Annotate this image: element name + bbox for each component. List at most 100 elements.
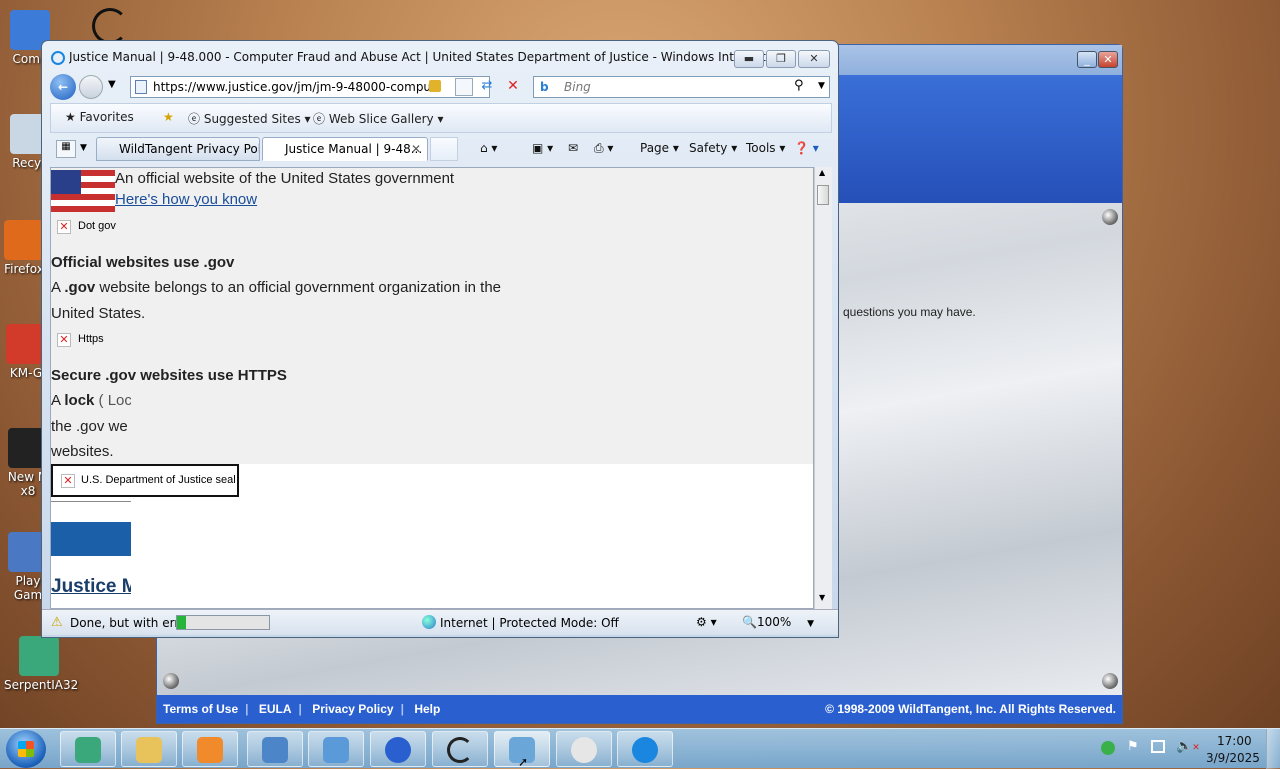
stop-icon[interactable]: ✕ — [504, 78, 522, 96]
taskbar-button-ie[interactable] — [617, 731, 673, 767]
status-text: Done, but with erro — [70, 616, 187, 630]
favorites-label: Favorites — [79, 110, 134, 124]
clock-time[interactable]: 17:00 — [1217, 734, 1252, 748]
search-icon[interactable]: ⚲ — [794, 78, 804, 93]
new-tab-button[interactable] — [430, 137, 458, 161]
close-button[interactable]: ✕ — [1098, 51, 1118, 68]
forward-button[interactable] — [79, 75, 103, 99]
scroll-thumb[interactable] — [817, 185, 829, 205]
zone-text: Internet | Protected Mode: Off — [440, 616, 619, 630]
folder-icon — [136, 737, 162, 763]
show-desktop-button[interactable] — [1266, 729, 1280, 769]
back-button[interactable]: ← — [50, 74, 76, 100]
desktop-icon-serpent[interactable]: SerpentIA32 — [4, 636, 78, 692]
tab-wildtangent[interactable]: WildTangent Privacy Pol... — [96, 137, 260, 161]
taskbar-button-gf[interactable] — [370, 731, 426, 767]
footer-link-eula[interactable]: EULA — [259, 702, 292, 716]
zoom-level: 100% — [756, 615, 792, 629]
app-icon — [6, 324, 46, 364]
footer-link-privacy[interactable]: Privacy Policy — [312, 702, 393, 716]
lock-icon[interactable] — [429, 80, 441, 92]
section-text-gov: A .gov website belongs to an official go… — [51, 279, 501, 296]
print-icon[interactable]: ⎙ ▾ — [594, 141, 613, 156]
taskbar: ➚ ⚑ 🔈✕ 17:00 3/9/2025 — [0, 728, 1280, 769]
quick-tabs-icon[interactable]: ▦ — [56, 140, 76, 158]
minimize-button[interactable]: _ — [1077, 51, 1097, 68]
text-bold: lock — [64, 392, 95, 409]
tools-menu[interactable]: Tools ▾ — [746, 141, 785, 155]
rivet-icon — [163, 673, 179, 689]
feeds-icon[interactable]: ▣ ▾ — [532, 141, 553, 155]
home-icon[interactable]: ⌂ ▾ — [480, 141, 497, 155]
footer-link-terms[interactable]: Terms of Use — [163, 702, 238, 716]
footer: Terms of Use | EULA | Privacy Policy | Help… — [157, 695, 1122, 723]
compatibility-icon[interactable] — [455, 78, 473, 96]
action-center-icon[interactable] — [1101, 741, 1115, 755]
tab-label: WildTangent Privacy Pol... — [119, 142, 260, 156]
desktop-icon-label: Play Gam — [13, 574, 43, 602]
taskbar-button-control[interactable] — [308, 731, 364, 767]
divider — [51, 501, 131, 502]
favorites-bar: ★ Favorites ★ ⓔ Suggested Sites ▾ ⓔ Web … — [50, 103, 832, 133]
tab-close-icon[interactable]: ✕ — [411, 142, 421, 156]
minimize-button[interactable]: ▬ — [734, 50, 764, 68]
close-button[interactable]: ✕ — [798, 50, 830, 68]
heres-how-link[interactable]: Here's how you know — [115, 191, 257, 208]
safety-menu[interactable]: Safety ▾ — [689, 141, 737, 155]
text-a: A — [51, 392, 61, 409]
web-slice-gallery-button[interactable]: ⓔ Web Slice Gallery ▾ — [313, 110, 443, 127]
scroll-up-icon[interactable]: ▲ — [819, 168, 825, 177]
add-favorites-icon[interactable]: ★ — [163, 110, 174, 124]
blue-banner — [51, 522, 131, 556]
mail-icon[interactable]: ✉ — [568, 141, 578, 155]
picture-icon — [262, 737, 288, 763]
taskbar-button-serpent[interactable] — [60, 731, 116, 767]
section-heading-https: Secure .gov websites use HTTPS — [51, 367, 287, 384]
popup-icon[interactable]: ⚙ ▾ — [696, 615, 717, 629]
chevron-down-icon[interactable]: ▼ — [818, 81, 825, 91]
tab-list-icon[interactable]: ▼ — [80, 143, 87, 153]
section-text-https-3: websites. — [51, 443, 114, 460]
tab-justice-manual[interactable]: Justice Manual | 9-48... — [262, 137, 428, 161]
scroll-down-icon[interactable]: ▼ — [819, 593, 825, 602]
broken-image-icon: ✕ — [61, 474, 75, 488]
taskbar-button-screenshot[interactable] — [247, 731, 303, 767]
serpent-icon — [19, 636, 59, 676]
rivet-icon — [1102, 673, 1118, 689]
search-input[interactable]: Bing — [533, 76, 830, 98]
start-button[interactable] — [6, 730, 46, 768]
broken-image-icon: ✕ — [57, 220, 71, 234]
page-title[interactable]: Justice M — [51, 576, 131, 598]
maximize-button[interactable]: ❐ — [766, 50, 796, 68]
footer-link-help[interactable]: Help — [414, 702, 440, 716]
network-icon[interactable] — [1151, 740, 1165, 753]
zoom-control[interactable]: 🔍100% ▼ — [742, 615, 814, 629]
page-menu[interactable]: Page ▾ — [640, 141, 679, 155]
separator: | — [400, 702, 404, 716]
taskbar-button-explorer[interactable] — [121, 731, 177, 767]
suggested-sites-button[interactable]: ⓔ Suggested Sites ▾ — [188, 110, 311, 127]
tab-label: Justice Manual | 9-48... — [285, 142, 423, 156]
taskbar-button-media[interactable] — [182, 731, 238, 767]
taskbar-button-serpent2[interactable] — [432, 731, 488, 767]
volume-icon[interactable]: 🔈✕ — [1176, 739, 1200, 754]
text-rest: ( Loc — [98, 392, 131, 409]
cursor-icon: ➚ — [518, 755, 529, 769]
taskbar-button-penguin[interactable] — [556, 731, 612, 767]
favorites-button[interactable]: ★ Favorites — [65, 110, 134, 124]
flag-icon[interactable]: ⚑ — [1127, 739, 1139, 754]
clock-date[interactable]: 3/9/2025 — [1206, 751, 1260, 765]
history-dropdown-icon[interactable]: ▼ — [108, 79, 116, 90]
vertical-scrollbar[interactable]: ▲ ▼ — [814, 167, 832, 609]
separator: | — [298, 702, 302, 716]
page-icon — [135, 80, 147, 94]
safety-menu-label: Safety — [689, 141, 728, 155]
rivet-icon — [1102, 209, 1118, 225]
desktop-icon-label: SerpentIA32 — [4, 678, 79, 692]
media-player-icon — [197, 737, 223, 763]
search-placeholder: Bing — [564, 80, 591, 94]
refresh-icon[interactable]: ⇄ — [478, 78, 496, 96]
tools-menu-label: Tools — [746, 141, 776, 155]
help-icon[interactable]: ❓ ▾ — [794, 141, 819, 155]
section-heading-gov: Official websites use .gov — [51, 254, 235, 271]
